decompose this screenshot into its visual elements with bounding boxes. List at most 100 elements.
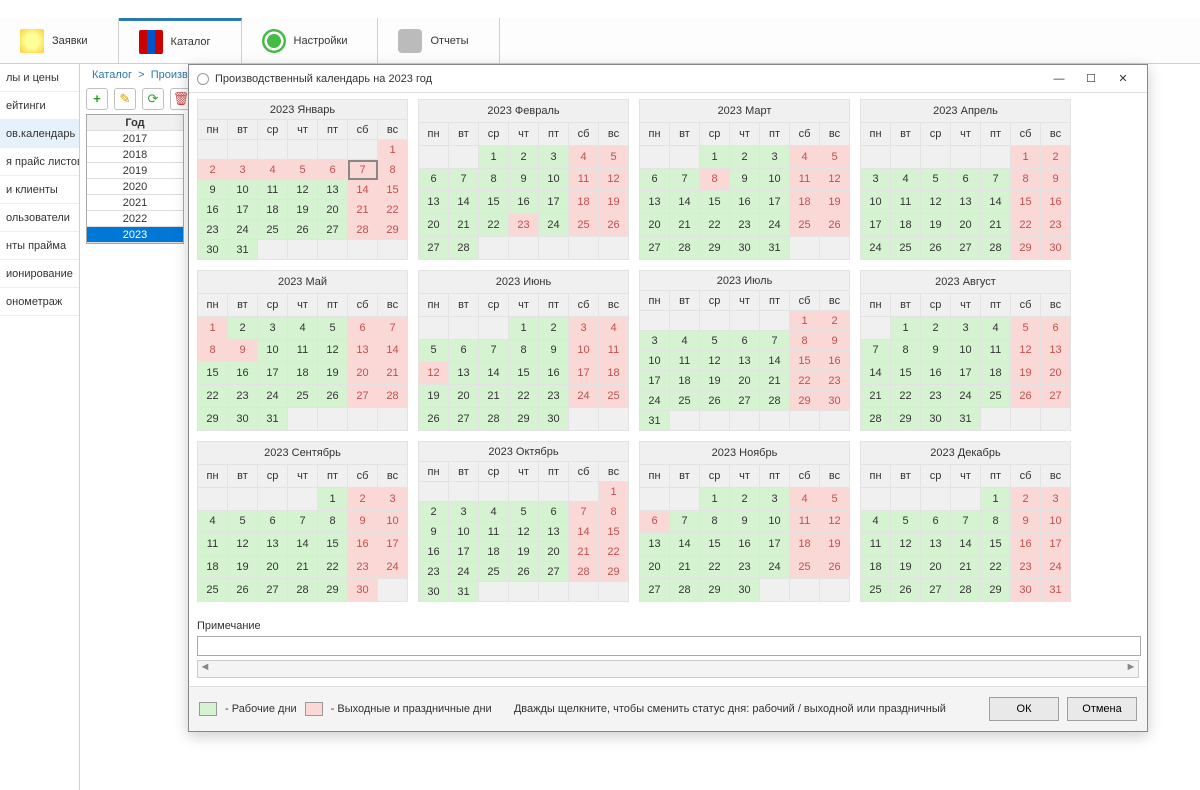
day-cell[interactable]: 12 [1011, 339, 1041, 362]
day-cell[interactable]: 14 [760, 351, 790, 371]
day-cell[interactable]: 23 [419, 562, 449, 582]
day-cell[interactable]: 19 [700, 371, 730, 391]
day-cell[interactable]: 21 [670, 556, 700, 579]
day-cell[interactable]: 20 [921, 556, 951, 579]
day-cell[interactable]: 2 [228, 316, 258, 339]
day-cell[interactable]: 31 [449, 582, 479, 602]
day-cell[interactable]: 23 [1011, 556, 1041, 579]
day-cell[interactable]: 17 [569, 362, 599, 385]
day-cell[interactable]: 5 [891, 510, 921, 533]
day-cell[interactable]: 15 [198, 362, 228, 385]
day-cell[interactable]: 29 [790, 391, 820, 411]
day-cell[interactable]: 5 [509, 502, 539, 522]
day-cell[interactable]: 14 [348, 180, 378, 200]
day-cell[interactable]: 25 [599, 385, 629, 408]
day-cell[interactable]: 12 [700, 351, 730, 371]
day-cell[interactable]: 24 [951, 385, 981, 408]
day-cell[interactable]: 20 [640, 214, 670, 237]
day-cell[interactable]: 27 [640, 579, 670, 602]
day-cell[interactable]: 11 [288, 339, 318, 362]
day-cell[interactable]: 21 [479, 385, 509, 408]
day-cell[interactable]: 24 [539, 214, 569, 237]
day-cell[interactable]: 16 [730, 533, 760, 556]
day-cell[interactable]: 19 [228, 556, 258, 579]
day-cell[interactable]: 23 [730, 556, 760, 579]
day-cell[interactable]: 21 [288, 556, 318, 579]
day-cell[interactable]: 5 [700, 331, 730, 351]
day-cell[interactable]: 17 [539, 191, 569, 214]
day-cell[interactable]: 21 [760, 371, 790, 391]
day-cell[interactable]: 28 [288, 579, 318, 602]
day-cell[interactable]: 27 [348, 385, 378, 408]
day-cell[interactable]: 11 [479, 522, 509, 542]
day-cell[interactable]: 10 [760, 168, 790, 191]
day-cell[interactable]: 14 [951, 533, 981, 556]
tab-reports[interactable]: Отчеты [378, 18, 499, 63]
day-cell[interactable]: 9 [921, 339, 951, 362]
day-cell[interactable]: 8 [509, 339, 539, 362]
day-cell[interactable]: 16 [1041, 191, 1071, 214]
year-item[interactable]: 2017 [87, 131, 183, 147]
day-cell[interactable]: 7 [348, 160, 378, 180]
day-cell[interactable]: 11 [790, 510, 820, 533]
day-cell[interactable]: 7 [288, 510, 318, 533]
day-cell[interactable]: 25 [479, 562, 509, 582]
day-cell[interactable]: 12 [228, 533, 258, 556]
day-cell[interactable]: 28 [670, 237, 700, 260]
day-cell[interactable]: 18 [790, 191, 820, 214]
sidebar-item[interactable]: я прайс листов [0, 148, 79, 176]
day-cell[interactable]: 10 [640, 351, 670, 371]
day-cell[interactable]: 7 [861, 339, 891, 362]
day-cell[interactable]: 4 [258, 160, 288, 180]
day-cell[interactable]: 26 [1011, 385, 1041, 408]
day-cell[interactable]: 6 [449, 339, 479, 362]
day-cell[interactable]: 30 [419, 582, 449, 602]
edit-button[interactable]: ✎ [114, 88, 136, 110]
day-cell[interactable]: 6 [1041, 316, 1071, 339]
day-cell[interactable]: 28 [670, 579, 700, 602]
day-cell[interactable]: 12 [820, 510, 850, 533]
day-cell[interactable]: 3 [1041, 487, 1071, 510]
day-cell[interactable]: 8 [378, 160, 408, 180]
day-cell[interactable]: 21 [378, 362, 408, 385]
day-cell[interactable]: 23 [820, 371, 850, 391]
day-cell[interactable]: 15 [318, 533, 348, 556]
day-cell[interactable]: 14 [288, 533, 318, 556]
day-cell[interactable]: 19 [509, 542, 539, 562]
day-cell[interactable]: 6 [539, 502, 569, 522]
day-cell[interactable]: 4 [981, 316, 1011, 339]
day-cell[interactable]: 20 [318, 200, 348, 220]
day-cell[interactable]: 11 [599, 339, 629, 362]
day-cell[interactable]: 5 [820, 487, 850, 510]
day-cell[interactable]: 22 [1011, 214, 1041, 237]
day-cell[interactable]: 16 [921, 362, 951, 385]
day-cell[interactable]: 16 [1011, 533, 1041, 556]
day-cell[interactable]: 28 [861, 408, 891, 431]
day-cell[interactable]: 15 [700, 533, 730, 556]
day-cell[interactable]: 10 [258, 339, 288, 362]
day-cell[interactable]: 16 [228, 362, 258, 385]
day-cell[interactable]: 6 [419, 168, 449, 191]
day-cell[interactable]: 12 [599, 168, 629, 191]
day-cell[interactable]: 15 [891, 362, 921, 385]
day-cell[interactable]: 1 [790, 311, 820, 331]
day-cell[interactable]: 9 [198, 180, 228, 200]
day-cell[interactable]: 30 [820, 391, 850, 411]
day-cell[interactable]: 31 [640, 411, 670, 431]
day-cell[interactable]: 23 [509, 214, 539, 237]
day-cell[interactable]: 5 [820, 145, 850, 168]
day-cell[interactable]: 28 [479, 408, 509, 431]
day-cell[interactable]: 10 [449, 522, 479, 542]
day-cell[interactable]: 29 [318, 579, 348, 602]
day-cell[interactable]: 17 [760, 191, 790, 214]
day-cell[interactable]: 12 [288, 180, 318, 200]
day-cell[interactable]: 22 [700, 214, 730, 237]
day-cell[interactable]: 13 [640, 191, 670, 214]
day-cell[interactable]: 26 [820, 214, 850, 237]
day-cell[interactable]: 13 [640, 533, 670, 556]
day-cell[interactable]: 24 [258, 385, 288, 408]
day-cell[interactable]: 27 [951, 237, 981, 260]
close-button[interactable]: ✕ [1107, 67, 1139, 91]
day-cell[interactable]: 9 [820, 331, 850, 351]
day-cell[interactable]: 4 [569, 145, 599, 168]
